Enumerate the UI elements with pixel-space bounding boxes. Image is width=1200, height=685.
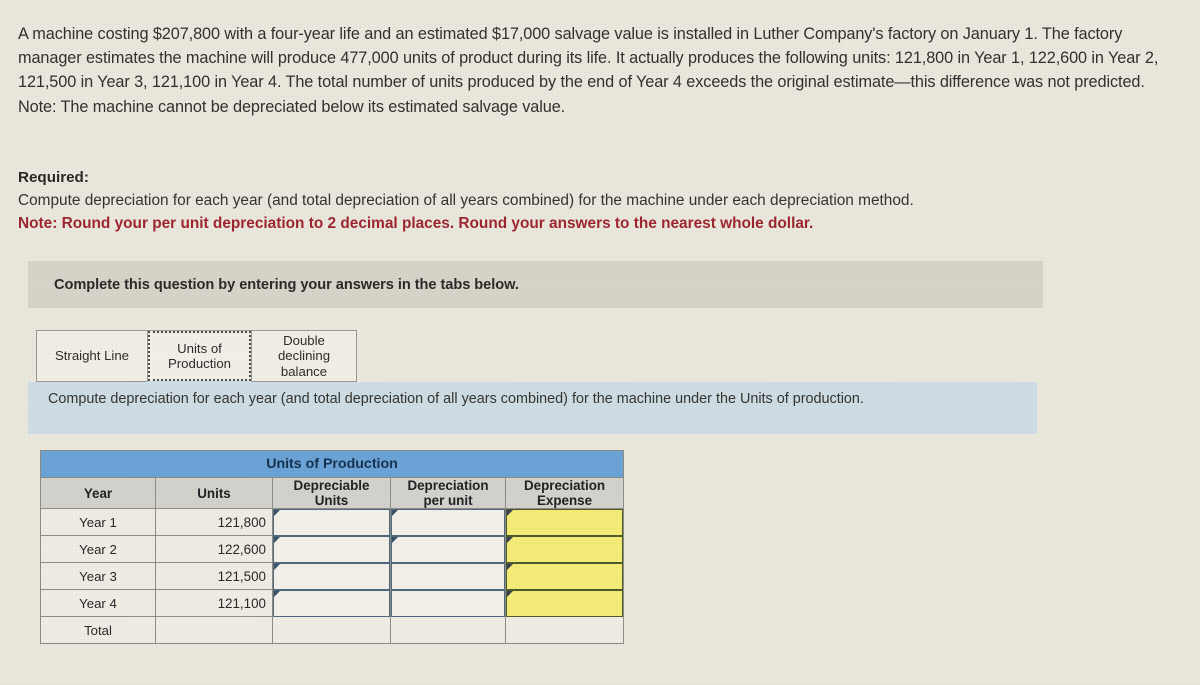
input-box[interactable] [273,536,390,563]
cell-marker-triangle-icon [507,591,513,597]
input-box[interactable] [391,590,505,617]
tab-straight-line[interactable]: Straight Line [36,330,148,382]
units-value-year-1: 121,800 [155,508,273,536]
column-header-depreciation-expense: Depreciation Expense [504,477,625,509]
tab-ddb-label: Double declining balance [278,333,330,380]
column-header-depreciable-units-line1: Depreciable [293,478,370,493]
units-of-production-table: Units of Production Year Units Depreciab… [39,450,625,644]
row-label-year-3: Year 3 [40,562,156,590]
column-header-dep-per-unit-line1: Depreciation [407,478,489,493]
input-depreciation-expense-year-2[interactable] [504,535,625,563]
input-depreciation-expense-year-1[interactable] [504,508,625,536]
input-depreciation-per-unit-year-2[interactable] [390,535,506,563]
table-header-row: Year Units Depreciable Units Depreciatio… [40,477,625,509]
input-depreciation-per-unit-year-3[interactable] [390,562,506,590]
row-label-total: Total [40,616,156,644]
column-header-depreciable-units: Depreciable Units [272,477,391,509]
column-header-depreciable-units-line2: Units [314,493,349,508]
units-value-year-2: 122,600 [155,535,273,563]
input-box[interactable] [391,509,505,536]
tab-ddb-line1: Double [283,332,325,348]
cell-marker-triangle-icon [392,510,398,516]
total-depreciable-units-cell [272,616,391,644]
problem-statement-text: A machine costing $207,800 with a four-y… [18,25,1159,116]
cell-marker-triangle-icon [507,537,513,543]
input-box[interactable] [391,536,505,563]
tab-double-declining-balance[interactable]: Double declining balance [251,330,357,382]
row-label-year-4: Year 4 [40,589,156,617]
input-depreciation-expense-year-3[interactable] [504,562,625,590]
tab-instruction-text: Compute depreciation for each year (and … [48,391,864,407]
input-box[interactable] [506,590,624,617]
cell-marker-triangle-icon [507,510,513,516]
units-value-year-3: 121,500 [155,562,273,590]
units-value-year-4: 121,100 [155,589,273,617]
column-header-depreciation-per-unit: Depreciation per unit [390,477,506,509]
tab-units-line2: Production [167,356,232,371]
tab-units-of-production-label: Units of Production [168,341,231,372]
tab-ddb-line2: declining [277,348,331,364]
cell-marker-triangle-icon [392,537,398,543]
required-label: Required: [18,169,89,186]
input-box[interactable] [506,509,624,536]
input-depreciable-units-year-1[interactable] [272,508,391,536]
cell-marker-triangle-icon [274,510,280,516]
required-body: Compute depreciation for each year (and … [18,192,914,209]
input-box[interactable] [273,590,390,617]
table-total-row: Total [40,616,625,644]
column-header-dep-expense-line1: Depreciation [523,478,606,493]
input-box[interactable] [273,563,390,590]
tab-units-line1: Units of [177,340,222,356]
tab-straight-line-label: Straight Line [54,348,130,364]
cell-marker-triangle-icon [274,564,280,570]
total-depreciation-per-unit-cell [390,616,506,644]
cell-marker-triangle-icon [507,564,513,570]
tab-ddb-line3: balance [280,363,328,379]
column-header-dep-expense-line2: Expense [536,493,593,508]
column-header-units: Units [155,477,273,509]
cell-marker-triangle-icon [274,537,280,543]
column-header-dep-per-unit-line2: per unit [423,493,473,508]
input-depreciable-units-year-4[interactable] [272,589,391,617]
required-note: Note: Round your per unit depreciation t… [18,215,814,232]
input-box[interactable] [506,563,624,590]
table-row: Year 1 121,800 [40,508,625,536]
table-title-row: Units of Production [39,450,625,478]
method-tabs: Straight Line Units of Production Double… [36,330,357,382]
input-depreciation-per-unit-year-4[interactable] [390,589,506,617]
required-block: Required: Compute depreciation for each … [18,166,1168,235]
input-depreciation-expense-year-4[interactable] [504,589,625,617]
input-depreciable-units-year-2[interactable] [272,535,391,563]
table-row: Year 2 122,600 [40,535,625,563]
column-header-year: Year [40,477,156,509]
units-of-production-table-wrapper: Units of Production Year Units Depreciab… [39,450,625,644]
input-depreciable-units-year-3[interactable] [272,562,391,590]
input-box[interactable] [391,563,505,590]
total-depreciation-expense-cell [504,616,625,644]
problem-statement: A machine costing $207,800 with a four-y… [18,22,1168,119]
row-label-year-1: Year 1 [40,508,156,536]
complete-question-bar: Complete this question by entering your … [28,261,1043,308]
tab-units-of-production[interactable]: Units of Production [147,330,252,382]
input-box[interactable] [506,536,624,563]
complete-question-text: Complete this question by entering your … [54,276,519,293]
table-row: Year 4 121,100 [40,589,625,617]
tab-instruction-bar: Compute depreciation for each year (and … [28,382,1037,434]
table-title: Units of Production [39,450,625,478]
input-depreciation-per-unit-year-1[interactable] [390,508,506,536]
input-box[interactable] [273,509,390,536]
cell-marker-triangle-icon [274,591,280,597]
row-label-year-2: Year 2 [40,535,156,563]
total-units-cell [155,616,273,644]
table-row: Year 3 121,500 [40,562,625,590]
